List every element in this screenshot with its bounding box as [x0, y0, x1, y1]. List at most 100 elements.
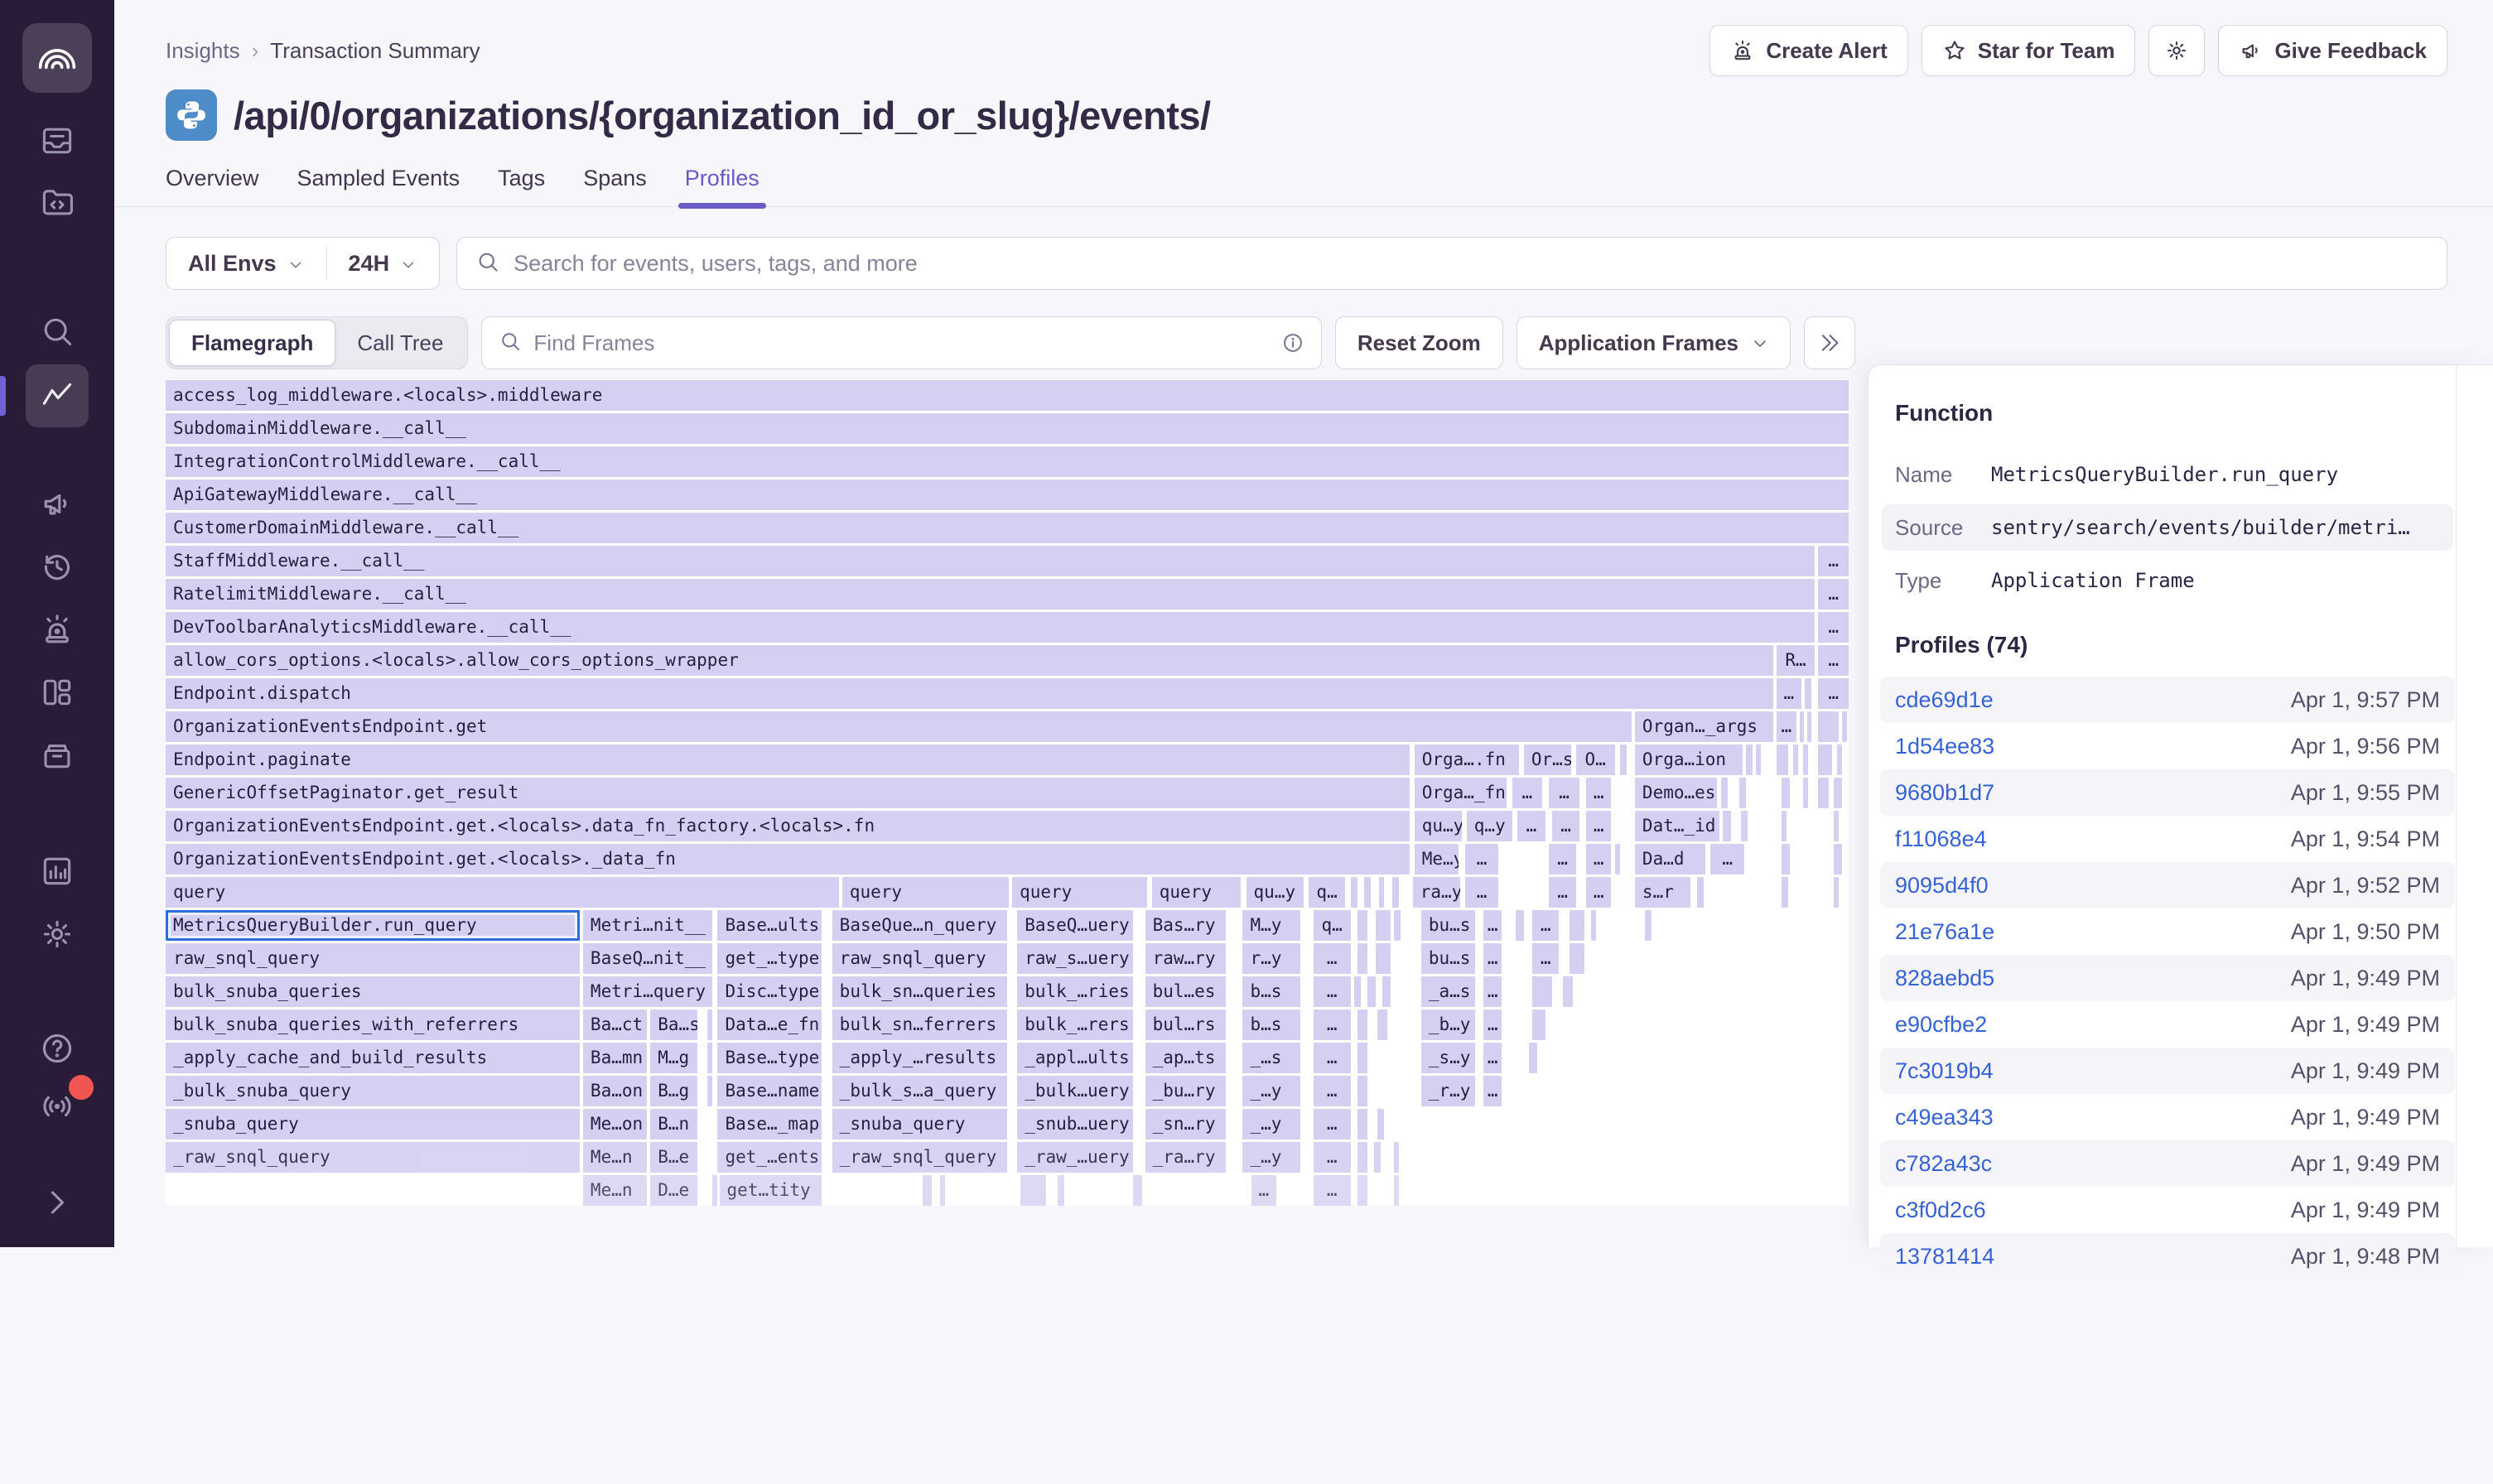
- flamegraph-frame[interactable]: bulk_snuba_queries: [166, 976, 580, 1007]
- flamegraph-frame[interactable]: Orga….fn: [1415, 744, 1519, 775]
- flamegraph-frame[interactable]: [1357, 1076, 1367, 1106]
- flamegraph-frame[interactable]: …: [1552, 811, 1579, 841]
- flamegraph-frame[interactable]: raw_snql_query: [166, 943, 580, 974]
- sentry-logo-icon[interactable]: [22, 23, 92, 93]
- flamegraph-frame[interactable]: _appl…ults: [1017, 1043, 1133, 1073]
- flamegraph-frame[interactable]: Base…type: [717, 1043, 822, 1073]
- flamegraph-frame[interactable]: _snuba_query: [832, 1109, 1007, 1140]
- settings-button[interactable]: [2148, 25, 2205, 76]
- give-feedback-button[interactable]: Give Feedback: [2218, 25, 2447, 76]
- flamegraph-frame[interactable]: [1374, 1142, 1381, 1173]
- view-option-flamegraph[interactable]: Flamegraph: [169, 320, 335, 366]
- flamegraph-frame[interactable]: raw_snql_query: [832, 943, 1007, 974]
- flamegraph-frame[interactable]: …: [1483, 976, 1502, 1007]
- frame-filter-dropdown[interactable]: Application Frames: [1517, 316, 1791, 369]
- profile-link[interactable]: f11068e4: [1895, 826, 1987, 852]
- flamegraph-frame[interactable]: …: [1314, 1043, 1351, 1073]
- flamegraph-frame[interactable]: access_log_middleware.<locals>.middlewar…: [166, 380, 1849, 411]
- flamegraph-frame[interactable]: …: [1314, 1009, 1351, 1040]
- flamegraph-frame[interactable]: …: [1465, 877, 1499, 908]
- flamegraph-frame[interactable]: OrganizationEventsEndpoint.get: [166, 711, 1632, 742]
- flamegraph-frame[interactable]: ra…y: [1413, 877, 1460, 908]
- flamegraph-frame[interactable]: [1697, 877, 1704, 908]
- flamegraph-canvas[interactable]: access_log_middleware.<locals>.middlewar…: [166, 378, 1849, 1206]
- flamegraph-frame[interactable]: [1834, 811, 1839, 841]
- flamegraph-frame[interactable]: [707, 1076, 712, 1106]
- profile-link[interactable]: 7c3019b4: [1895, 1058, 1994, 1084]
- flamegraph-frame[interactable]: _b…y: [1421, 1009, 1475, 1040]
- flamegraph-frame[interactable]: Da…d: [1635, 844, 1705, 874]
- flamegraph-frame[interactable]: allow_cors_options.<locals>.allow_cors_o…: [166, 645, 1773, 676]
- flamegraph-frame[interactable]: Data…e_fn: [717, 1009, 822, 1040]
- flamegraph-frame[interactable]: GenericOffsetPaginator.get_result: [166, 778, 1410, 808]
- flamegraph-frame[interactable]: [1803, 778, 1808, 808]
- flamegraph-frame[interactable]: [923, 1175, 931, 1206]
- flamegraph-frame[interactable]: [712, 1175, 717, 1206]
- flamegraph-frame[interactable]: SubdomainMiddleware.__call__: [166, 413, 1849, 444]
- flamegraph-frame[interactable]: [1357, 910, 1367, 941]
- environment-selector[interactable]: All Envs: [166, 238, 326, 289]
- flamegraph-frame[interactable]: [1570, 910, 1584, 941]
- flamegraph-frame[interactable]: …: [1483, 1009, 1502, 1040]
- flamegraph-frame[interactable]: …: [1532, 943, 1560, 974]
- flamegraph-frame[interactable]: [1834, 778, 1842, 808]
- flamegraph-frame[interactable]: _a…s: [1421, 976, 1475, 1007]
- flamegraph-frame[interactable]: Demo…ess: [1635, 778, 1718, 808]
- flamegraph-frame[interactable]: Orga…ion: [1635, 744, 1743, 775]
- flamegraph-frame[interactable]: bulk_sn…ferrers: [832, 1009, 1007, 1040]
- flamegraph-frame[interactable]: [1620, 744, 1627, 775]
- flamegraph-frame[interactable]: _raw_snql_query: [166, 1142, 580, 1173]
- flamegraph-frame[interactable]: s…r: [1635, 877, 1690, 908]
- flamegraph-frame[interactable]: …: [1818, 612, 1849, 643]
- flamegraph-frame[interactable]: BaseQ…nit__: [583, 943, 712, 974]
- flamegraph-frame[interactable]: …: [1465, 844, 1499, 874]
- flamegraph-frame[interactable]: B…g: [650, 1076, 697, 1106]
- reset-zoom-button[interactable]: Reset Zoom: [1335, 316, 1503, 369]
- flamegraph-frame[interactable]: [1357, 1009, 1367, 1040]
- flamegraph-frame[interactable]: …: [1483, 1076, 1502, 1106]
- flamegraph-frame[interactable]: [1837, 744, 1842, 775]
- flamegraph-frame[interactable]: b…s: [1242, 1009, 1300, 1040]
- flamegraph-frame[interactable]: CustomerDomainMiddleware.__call__: [166, 513, 1849, 543]
- flamegraph-frame[interactable]: Bas…ry: [1145, 910, 1227, 941]
- flamegraph-frame[interactable]: [1782, 778, 1790, 808]
- info-icon[interactable]: [1281, 331, 1304, 354]
- flamegraph-frame[interactable]: _raw_…uery: [1017, 1142, 1133, 1173]
- flamegraph-frame[interactable]: …: [1549, 778, 1579, 808]
- flamegraph-frame[interactable]: …: [1314, 943, 1351, 974]
- flamegraph-frame[interactable]: bul…es: [1145, 976, 1227, 1007]
- flamegraph-frame[interactable]: …: [1483, 910, 1502, 941]
- flamegraph-frame[interactable]: …: [1314, 1142, 1351, 1173]
- date-range-selector[interactable]: 24H: [327, 238, 440, 289]
- flamegraph-frame[interactable]: [1379, 877, 1384, 908]
- tab-sampled-events[interactable]: Sampled Events: [297, 166, 461, 206]
- flamegraph-frame[interactable]: _ra…ry: [1145, 1142, 1227, 1173]
- flamegraph-frame[interactable]: [1756, 744, 1761, 775]
- flamegraph-frame[interactable]: query: [842, 877, 1009, 908]
- flamegraph-frame[interactable]: [1357, 943, 1367, 974]
- flamegraph-frame[interactable]: BaseQue…n_query: [832, 910, 1007, 941]
- flamegraph-frame[interactable]: Endpoint.dispatch: [166, 678, 1773, 709]
- star-for-team-button[interactable]: Star for Team: [1922, 25, 2136, 76]
- flamegraph-frame[interactable]: [1357, 1142, 1367, 1173]
- flamegraph-frame[interactable]: [1357, 1109, 1367, 1140]
- flamegraph-frame[interactable]: b…s: [1242, 976, 1300, 1007]
- event-search-input[interactable]: [514, 251, 2428, 277]
- flamegraph-frame[interactable]: [1723, 811, 1731, 841]
- flamegraph-frame[interactable]: get_…type: [717, 943, 822, 974]
- flamegraph-frame[interactable]: _bulk_snuba_query: [166, 1076, 580, 1106]
- flamegraph-frame[interactable]: …: [1314, 1076, 1351, 1106]
- flamegraph-frame[interactable]: …: [1512, 778, 1543, 808]
- sidebar-item-feedback[interactable]: [26, 479, 89, 528]
- flamegraph-frame[interactable]: _bulk…uery: [1017, 1076, 1133, 1106]
- flamegraph-frame[interactable]: [1020, 1175, 1045, 1206]
- flamegraph-frame[interactable]: get_…ents: [717, 1142, 822, 1173]
- flamegraph-frame[interactable]: [1357, 1175, 1367, 1206]
- profile-link[interactable]: e90cfbe2: [1895, 1012, 1987, 1038]
- flamegraph-frame[interactable]: Base…name: [717, 1076, 822, 1106]
- flamegraph-frame[interactable]: [1741, 811, 1748, 841]
- flamegraph-frame[interactable]: [1394, 910, 1401, 941]
- flamegraph-frame[interactable]: Dat…_id: [1635, 811, 1719, 841]
- flamegraph-frame[interactable]: q…y: [1467, 811, 1512, 841]
- flamegraph-frame[interactable]: OrganizationEventsEndpoint.get.<locals>.…: [166, 844, 1410, 874]
